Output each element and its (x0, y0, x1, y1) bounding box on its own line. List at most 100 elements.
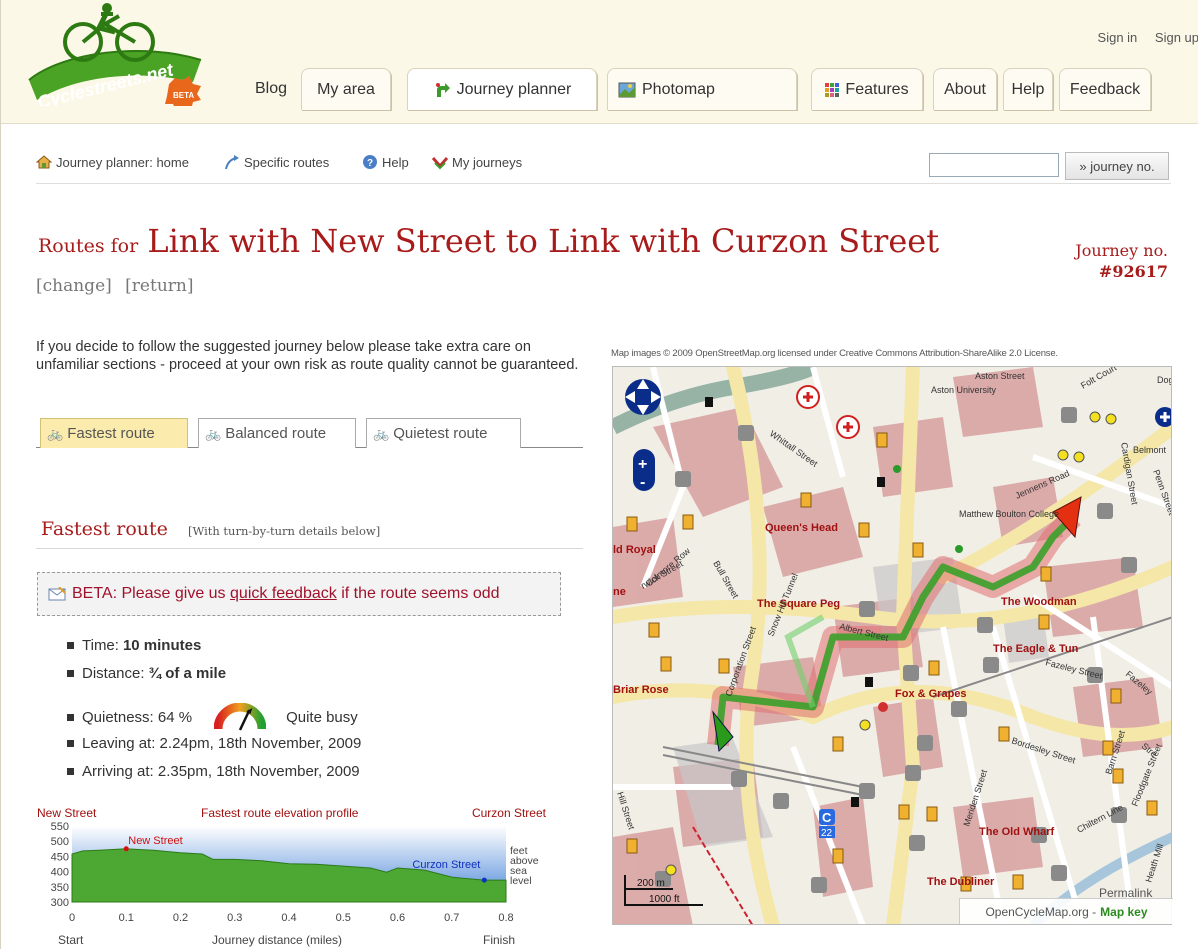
return-link[interactable]: [return] (125, 276, 193, 296)
map-label-woodman: The Woodman (1001, 596, 1077, 608)
fact-arriving: Arriving at: 2.35pm, 18th November, 2009 (67, 763, 360, 780)
page: Cyclestreets.net BETA Sign in Sign up Bl… (0, 0, 1198, 949)
nav-tab-photomap[interactable]: Photomap (607, 68, 797, 110)
chart-x-ticks: 0 0.1 0.2 0.3 0.4 0.5 0.6 0.7 0.8 (69, 912, 514, 924)
fact-time-value: 10 minutes (122, 637, 202, 654)
nav-tab-blog-label: Blog (254, 80, 288, 97)
route-warning-text: If you decide to follow the suggested jo… (36, 339, 579, 373)
section-title: Fastest route [With turn-by-turn details… (41, 518, 380, 540)
title-links: [change] [return] (36, 276, 201, 296)
fact-arriving-text: Arriving at: 2.35pm, 18th November, 2009 (82, 763, 360, 780)
chart-x-start-label: Start (58, 933, 84, 947)
map-bus-stop-icon[interactable]: C (822, 810, 832, 825)
subnav-my-journeys-link[interactable]: My journeys (432, 154, 522, 170)
subnav-help-link[interactable]: ? Help (362, 154, 409, 170)
cyclestreets-logo[interactable]: Cyclestreets.net BETA (23, 2, 209, 106)
fact-time-label: Time: (82, 637, 119, 654)
nav-tab-about-label: About (944, 80, 986, 98)
svg-text:+: + (638, 456, 647, 473)
quick-feedback-link[interactable]: quick feedback (230, 585, 337, 603)
nav-tab-help-label: Help (1011, 80, 1045, 98)
map-key-link[interactable]: Map key (1100, 905, 1147, 919)
fact-quietness-label: Quietness: 64 % (82, 708, 193, 726)
sign-up-link[interactable]: Sign up (1155, 30, 1198, 45)
fact-distance-value: ¾ of a mile (148, 665, 227, 682)
section-title-text: Fastest route (41, 518, 168, 540)
bike-icon: 🚲 (47, 425, 64, 441)
map-label-ne: ne (613, 586, 626, 598)
help-icon: ? (363, 155, 377, 169)
chart-x-tick: 0.8 (498, 912, 513, 924)
beta-suffix: if the route seems odd (341, 585, 500, 602)
journey-number-input[interactable] (929, 153, 1059, 177)
svg-text:?: ? (367, 158, 373, 169)
fact-distance: Distance: ¾ of a mile (67, 665, 226, 682)
bullet (67, 768, 74, 775)
nav-tab-photomap-label: Photomap (642, 80, 715, 98)
subnav-home-link[interactable]: Journey planner: home (36, 154, 189, 170)
journey-number-label: Journey no. (1075, 241, 1168, 260)
chart-y-tick: 400 (51, 867, 69, 879)
subnav-specific-routes-label: Specific routes (244, 154, 330, 170)
chart-x-tick: 0.5 (336, 912, 351, 924)
subnav-help-label: Help (382, 154, 409, 170)
chart-x-tick: 0.7 (444, 912, 459, 924)
journey-number-button[interactable]: » journey no. (1065, 152, 1169, 180)
chart-y-tick: 300 (51, 897, 69, 909)
subnav-specific-routes-link[interactable]: Specific routes (224, 154, 329, 170)
chart-x-tick: 0.4 (281, 912, 296, 924)
map-scale-metric: 200 m (637, 878, 665, 889)
nav-tab-journey-planner[interactable]: Journey planner (407, 68, 597, 110)
nav-tab-help[interactable]: Help (1003, 68, 1053, 110)
tab-fastest-route[interactable]: 🚲 Fastest route (40, 418, 188, 448)
chart-marker-label: Curzon Street (412, 859, 480, 871)
nav-tab-my-area[interactable]: My area (301, 68, 391, 110)
chart-x-axis-label: Journey distance (miles) (212, 933, 342, 947)
fact-time: Time: 10 minutes (67, 637, 201, 654)
route-map[interactable]: + - C 22 200 m 1000 ft Queen's Head The … (612, 366, 1172, 925)
map-credit-text[interactable]: OpenCycleMap.org - (985, 905, 1096, 919)
subnav-my-journeys-label: My journeys (452, 154, 523, 170)
chart-y-tick: 500 (51, 836, 69, 848)
section-note: [With turn-by-turn details below] (187, 524, 381, 538)
map-label-old-wharf: The Old Wharf (979, 826, 1055, 838)
chart-y-tick: 550 (51, 821, 69, 833)
beta-feedback-notice: BETA: Please give us quick feedback if t… (37, 572, 561, 616)
nav-tab-features-label: Features (845, 80, 909, 98)
nav-tab-features[interactable]: Features (811, 68, 923, 110)
route-type-tabs: 🚲 Fastest route 🚲 Balanced route 🚲 Quiet… (36, 418, 583, 448)
section-divider (36, 548, 583, 549)
chart-x-tick: 0.2 (173, 912, 188, 924)
chart-marker-point (481, 877, 487, 883)
fact-leaving-text: Leaving at: 2.24pm, 18th November, 2009 (82, 735, 362, 752)
svg-text:-: - (640, 474, 645, 491)
nav-tab-feedback[interactable]: Feedback (1059, 68, 1151, 110)
sign-in-link[interactable]: Sign in (1098, 30, 1138, 45)
map-label-aston-street: Aston Street (975, 371, 1025, 381)
chart-y-label-line: level (510, 875, 532, 887)
change-link[interactable]: [change] (36, 276, 112, 296)
fact-quietness-value: Quite busy (286, 708, 358, 726)
nav-tab-about[interactable]: About (933, 68, 997, 110)
map-label-briar-rose: Briar Rose (613, 684, 669, 696)
map-label-eagle-tun: The Eagle & Tun (993, 643, 1079, 655)
tab-balanced-route[interactable]: 🚲 Balanced route (198, 418, 356, 448)
map-label-square-peg: The Square Peg (757, 598, 840, 610)
chart-title: Fastest route elevation profile (201, 806, 359, 820)
chart-x-tick: 0 (69, 912, 75, 924)
bike-icon: 🚲 (373, 425, 390, 441)
fact-quietness: Quietness: 64 % Quite busy (67, 703, 358, 731)
map-label-dubliner: The Dubliner (927, 876, 995, 888)
subnav-home-label: Journey planner: home (56, 154, 189, 170)
nav-tab-blog[interactable]: Blog (245, 68, 297, 110)
features-grid-icon (825, 82, 840, 97)
journey-arrow-icon (435, 82, 450, 97)
nav-tab-journey-planner-label: Journey planner (456, 80, 572, 98)
bullet (67, 740, 74, 747)
chart-y-tick: 350 (51, 882, 69, 894)
map-attribution: Map images © 2009 OpenStreetMap.org lice… (611, 348, 1058, 359)
quietness-gauge-icon (214, 703, 267, 731)
bullet (67, 642, 74, 649)
tab-quietest-route[interactable]: 🚲 Quietest route (366, 418, 521, 448)
chart-end-label: Curzon Street (472, 806, 547, 820)
